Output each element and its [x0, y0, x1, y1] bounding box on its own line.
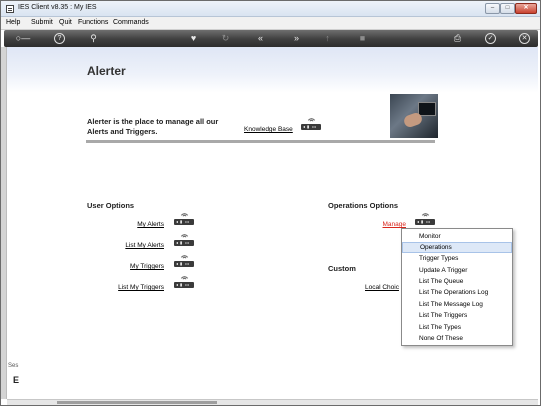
hero-photo — [390, 94, 438, 138]
user-options-title: User Options — [87, 201, 135, 210]
print-icon[interactable]: ⎙ — [452, 33, 463, 44]
menu-quit[interactable]: Quit — [59, 19, 72, 26]
rewind-icon[interactable]: « — [255, 33, 266, 44]
signal-icon — [180, 276, 189, 280]
my-triggers-device-icon[interactable]: ◂ ▮ ••• — [174, 254, 194, 268]
search-icon[interactable]: ⚲ — [88, 33, 99, 44]
help-icon[interactable]: ? — [54, 33, 65, 44]
knowledge-base-device-icon[interactable]: ◂ ▮ ••• — [301, 117, 321, 131]
toolbar: ○— ? ⚲ ♥ ↻ « » ↑ ■ ⎙ ✓ ✕ — [4, 30, 538, 47]
heart-icon[interactable]: ♥ — [188, 33, 199, 44]
app-icon — [6, 5, 14, 13]
dropdown-item-update-a-trigger[interactable]: Update A Trigger — [402, 265, 512, 276]
knowledge-base-link[interactable]: Knowledge Base — [244, 126, 293, 133]
minimize-button[interactable]: – — [485, 3, 500, 14]
manage-link[interactable]: Manage — [383, 221, 407, 228]
my-alerts-link[interactable]: My Alerts — [137, 221, 164, 228]
manage-device-icon[interactable]: ◂ ▮ ••• — [415, 212, 435, 226]
title-bar: IES Client v8.35 : My IES – □ ✕ — [1, 1, 540, 17]
window-title: IES Client v8.35 : My IES — [18, 4, 97, 11]
local-choices-link[interactable]: Local Choic — [365, 284, 399, 291]
signal-icon — [180, 234, 189, 238]
key-icon[interactable]: ○— — [12, 33, 34, 44]
page-title: Alerter — [87, 64, 126, 78]
signal-icon — [180, 213, 189, 217]
dropdown-item-list-the-triggers[interactable]: List The Triggers — [402, 310, 512, 321]
scrollbar-thumb[interactable] — [57, 401, 217, 404]
signal-icon — [421, 213, 430, 217]
dropdown-item-list-the-types[interactable]: List The Types — [402, 322, 512, 333]
signal-icon — [180, 255, 189, 259]
close-icon: ✕ — [523, 5, 529, 11]
left-edge-label: Ses — [8, 363, 19, 369]
list-my-triggers-device-icon[interactable]: ◂ ▮ ••• — [174, 275, 194, 289]
dropdown-item-none-of-these[interactable]: None Of These — [402, 333, 512, 344]
dropdown-item-list-the-message-log[interactable]: List The Message Log — [402, 299, 512, 310]
check-icon[interactable]: ✓ — [485, 33, 496, 44]
menu-bar: Help Submit Quit Functions Commands — [1, 17, 540, 30]
stop-icon[interactable]: ■ — [357, 33, 368, 44]
dropdown-item-trigger-types[interactable]: Trigger Types — [402, 253, 512, 264]
left-edge-panel — [1, 47, 7, 399]
maximize-button[interactable]: □ — [500, 3, 515, 14]
divider — [86, 140, 435, 143]
list-my-alerts-link[interactable]: List My Alerts — [125, 242, 164, 249]
dropdown-item-list-the-operations-log[interactable]: List The Operations Log — [402, 287, 512, 298]
list-my-triggers-link[interactable]: List My Triggers — [118, 284, 164, 291]
maximize-icon: □ — [505, 5, 510, 11]
menu-submit[interactable]: Submit — [31, 19, 53, 26]
close-window-button[interactable]: ✕ — [515, 3, 537, 14]
operations-options-title: Operations Options — [328, 201, 399, 210]
minimize-icon: – — [490, 5, 495, 11]
left-edge-glyph: E — [13, 375, 20, 385]
dropdown-item-list-the-queue[interactable]: List The Queue — [402, 276, 512, 287]
dropdown-item-operations[interactable]: Operations — [402, 242, 512, 253]
my-triggers-link[interactable]: My Triggers — [130, 263, 164, 270]
upload-icon[interactable]: ↑ — [322, 33, 333, 44]
app-window: IES Client v8.35 : My IES – □ ✕ Help Sub… — [0, 0, 541, 406]
dropdown-item-monitor[interactable]: Monitor — [402, 231, 512, 242]
menu-help[interactable]: Help — [6, 19, 20, 26]
my-alerts-device-icon[interactable]: ◂ ▮ ••• — [174, 212, 194, 226]
menu-commands[interactable]: Commands — [113, 19, 149, 26]
custom-title: Custom — [328, 264, 356, 273]
menu-functions[interactable]: Functions — [78, 19, 108, 26]
list-my-alerts-device-icon[interactable]: ◂ ▮ ••• — [174, 233, 194, 247]
signal-icon — [307, 118, 316, 122]
intro-text: Alerter is the place to manage all our A… — [87, 117, 219, 136]
close-icon[interactable]: ✕ — [519, 33, 530, 44]
manage-dropdown-menu: Monitor Operations Trigger Types Update … — [401, 228, 513, 346]
fast-forward-icon[interactable]: » — [291, 33, 302, 44]
history-icon[interactable]: ↻ — [220, 33, 231, 44]
